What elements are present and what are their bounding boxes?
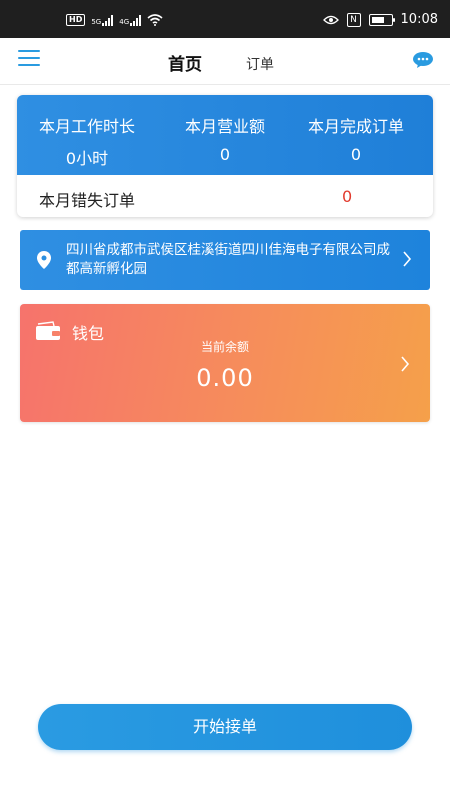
missed-orders-label: 本月错失订单: [39, 191, 136, 210]
hamburger-menu-icon[interactable]: [18, 50, 40, 68]
monthly-stats-card: 本月工作时长 0小时 本月营业额 0 本月完成订单 0 本月错失订单 0: [17, 95, 433, 217]
hd-badge-icon: HD: [66, 14, 86, 26]
wifi-icon: [147, 14, 163, 26]
tab-home[interactable]: 首页: [168, 50, 202, 75]
work-hours-value: 0小时: [65, 149, 109, 168]
net2-label: 4G: [119, 17, 130, 26]
location-bar[interactable]: 四川省成都市武侯区桂溪街道四川佳海电子有限公司成都高新孵化园: [20, 230, 430, 290]
stat-completed-orders: 本月完成订单 0: [279, 113, 433, 164]
missed-orders-value: 0: [342, 187, 353, 206]
status-bar: HD 5G 4G N 10:08: [0, 0, 450, 38]
balance-label: 当前余额: [200, 340, 249, 354]
wallet-card[interactable]: 钱包 当前余额 0.00: [20, 304, 430, 422]
status-time: 10:08: [400, 12, 438, 27]
work-hours-label: 本月工作时长: [38, 117, 135, 136]
eye-icon: [322, 15, 339, 24]
status-left: HD 5G 4G: [66, 14, 163, 26]
completed-orders-value: 0: [350, 145, 362, 164]
stats-summary: 本月工作时长 0小时 本月营业额 0 本月完成订单 0: [17, 95, 433, 175]
signal-5g-icon: 5G: [91, 14, 114, 26]
location-address: 四川省成都市武侯区桂溪街道四川佳海电子有限公司成都高新孵化园: [66, 242, 390, 277]
net1-label: 5G: [91, 17, 102, 26]
status-right: N 10:08: [322, 12, 438, 27]
signal-4g-icon: 4G: [119, 14, 142, 26]
battery-icon: [368, 13, 395, 26]
top-nav: 首页 订单: [0, 38, 450, 85]
chevron-right-icon: [403, 251, 412, 267]
tab-orders[interactable]: 订单: [246, 54, 274, 74]
stat-work-hours: 本月工作时长 0小时: [17, 113, 157, 169]
completed-orders-label: 本月完成订单: [307, 117, 404, 136]
location-pin-icon: [37, 251, 51, 269]
nfc-icon: N: [346, 12, 361, 27]
chevron-right-icon: [401, 356, 410, 372]
stat-missed-orders: 本月错失订单 0: [17, 175, 433, 217]
balance-value: 0.00: [196, 364, 254, 392]
stat-revenue: 本月营业额 0: [155, 113, 295, 164]
revenue-label: 本月营业额: [184, 117, 265, 136]
chat-bubble-icon[interactable]: [412, 51, 434, 69]
revenue-value: 0: [219, 145, 231, 164]
start-taking-orders-button[interactable]: 开始接单: [38, 704, 412, 750]
